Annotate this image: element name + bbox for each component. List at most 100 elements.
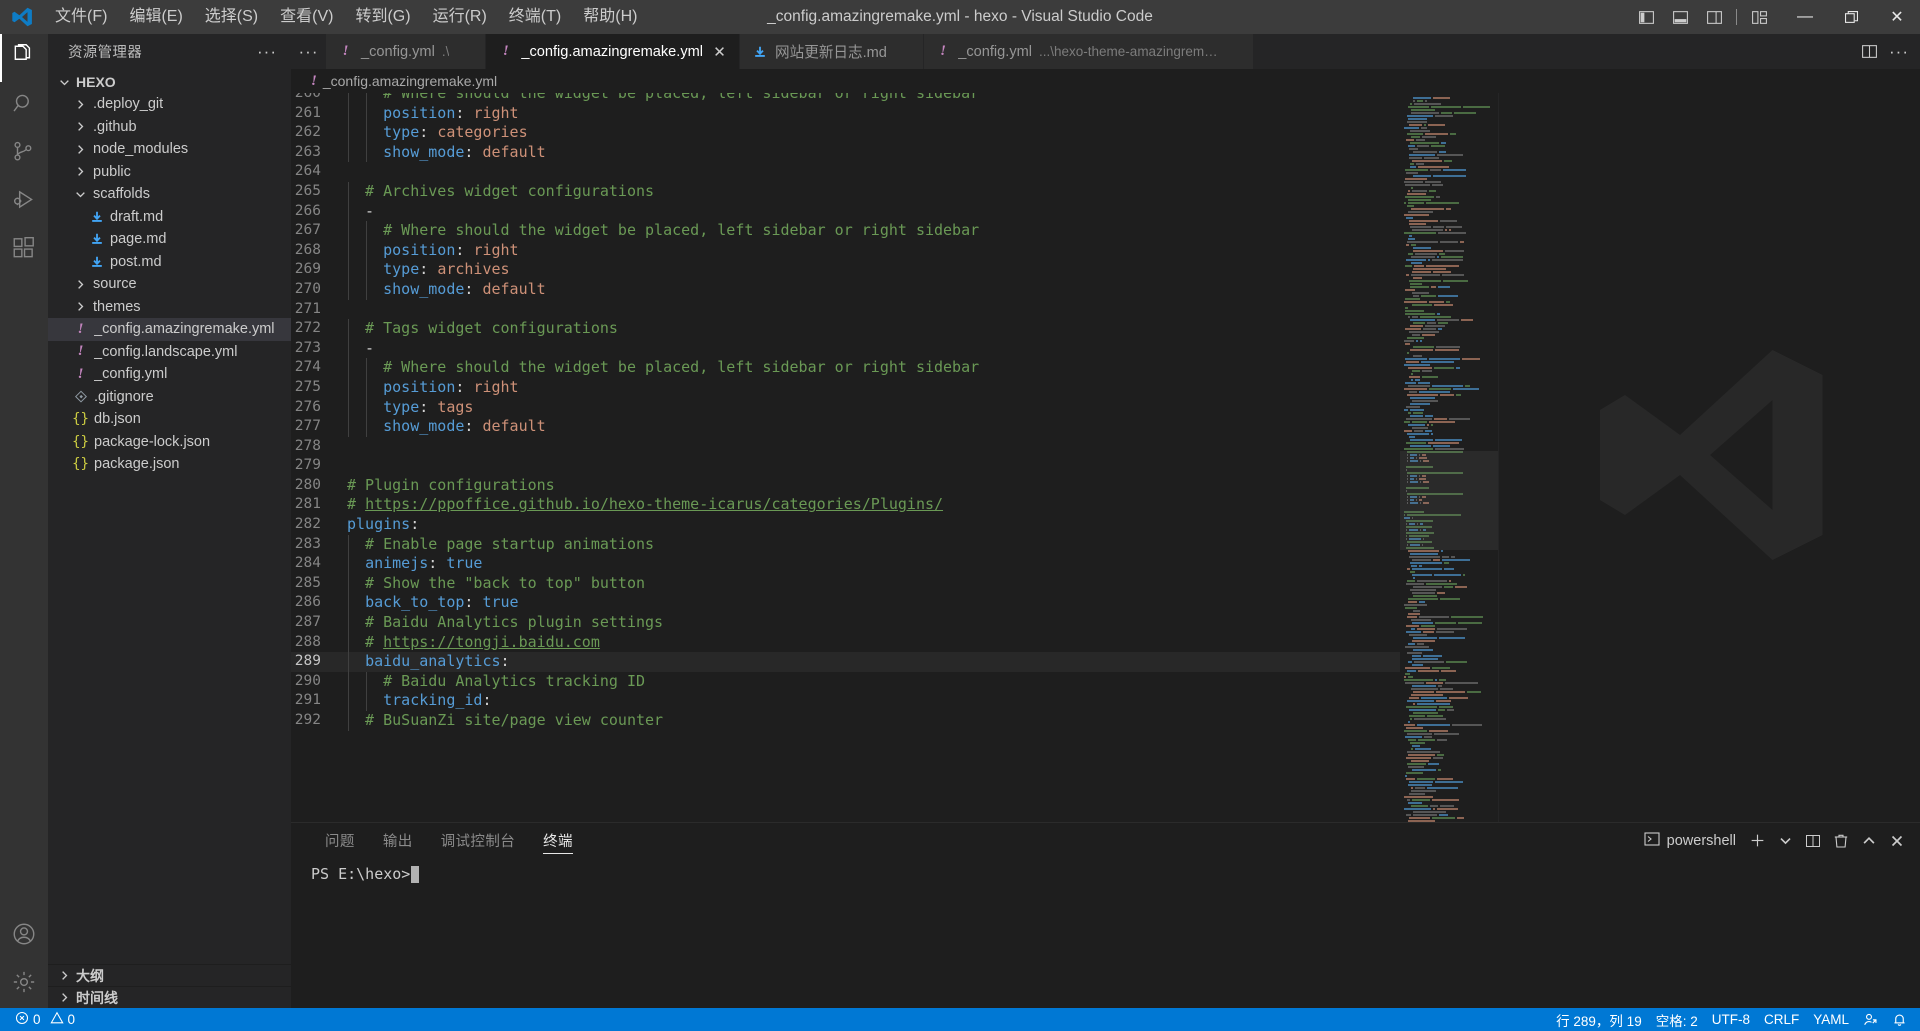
sidebar-section-outline[interactable]: 大纲	[48, 964, 291, 986]
menu-view[interactable]: 查看(V)	[269, 2, 344, 32]
code-line[interactable]: 271	[291, 300, 1400, 320]
code-line[interactable]: 281 # https://ppoffice.github.io/hexo-the…	[291, 495, 1400, 515]
code-editor[interactable]: 260 # Where should the widget be placed,…	[291, 93, 1920, 822]
code-line[interactable]: 286 back_to_top: true	[291, 593, 1400, 614]
menu-run[interactable]: 运行(R)	[422, 2, 498, 32]
code-line[interactable]: 285 # Show the "back to top" button	[291, 573, 1400, 594]
tabs-overflow-button[interactable]: ···	[291, 34, 326, 69]
token-lnk[interactable]: https://tongji.baidu.com	[383, 633, 600, 651]
menu-terminal[interactable]: 终端(T)	[498, 2, 572, 32]
menu-file[interactable]: 文件(F)	[44, 2, 118, 32]
sidebar-more-actions-button[interactable]: ···	[251, 42, 283, 62]
tree-item-config-amazingremake-yml[interactable]: ! _config.amazingremake.yml	[48, 318, 291, 341]
code-line[interactable]: 292 # BuSuanZi site/page view counter	[291, 711, 1400, 731]
activity-search[interactable]	[0, 82, 48, 130]
code-line[interactable]: 269 type: archives	[291, 260, 1400, 280]
tree-item-deploy-git[interactable]: .deploy_git	[48, 93, 291, 116]
toggle-secondary-sidebar-icon[interactable]	[1697, 0, 1731, 34]
eol-status[interactable]: CRLF	[1757, 1008, 1806, 1031]
code-line[interactable]: 266 -	[291, 201, 1400, 222]
file-tree[interactable]: HEXO .deploy_git .github node_modules publi…	[48, 69, 291, 964]
tree-item-config-yml[interactable]: ! _config.yml	[48, 363, 291, 386]
code-scroll-region[interactable]: 260 # Where should the widget be placed,…	[291, 93, 1400, 822]
panel-tab-terminal[interactable]: 终端	[529, 823, 587, 858]
tree-item-node-modules[interactable]: node_modules	[48, 138, 291, 161]
activity-source-control[interactable]	[0, 130, 48, 178]
tree-item-github[interactable]: .github	[48, 116, 291, 139]
problems-status[interactable]: 0 0	[8, 1008, 82, 1031]
code-line[interactable]: 289 baidu_analytics:	[291, 652, 1400, 672]
code-line[interactable]: 290 # Baidu Analytics tracking ID	[291, 671, 1400, 692]
code-line[interactable]: 288 # https://tongji.baidu.com	[291, 632, 1400, 653]
menu-selection[interactable]: 选择(S)	[194, 2, 269, 32]
workspace-root-row[interactable]: HEXO	[48, 71, 291, 93]
minimize-button[interactable]: —	[1782, 0, 1828, 34]
code-line[interactable]: 268 position: right	[291, 240, 1400, 261]
indentation-status[interactable]: 空格: 2	[1649, 1008, 1705, 1031]
maximize-panel-button[interactable]	[1856, 826, 1882, 856]
tree-item-package-json[interactable]: {} package.json	[48, 453, 291, 476]
activity-accounts[interactable]	[0, 912, 48, 960]
maximize-button[interactable]	[1828, 0, 1874, 34]
split-editor-icon[interactable]	[1854, 34, 1884, 69]
code-line[interactable]: 275 position: right	[291, 377, 1400, 398]
code-line[interactable]: 280 # Plugin configurations	[291, 476, 1400, 496]
notifications-bell-icon[interactable]	[1885, 1008, 1914, 1031]
tree-item-themes[interactable]: themes	[48, 296, 291, 319]
code-line[interactable]: 260 # Where should the widget be placed,…	[291, 93, 1400, 104]
code-line[interactable]: 265 # Archives widget configurations	[291, 181, 1400, 202]
code-line[interactable]: 270 show_mode: default	[291, 279, 1400, 300]
code-line[interactable]: 276 type: tags	[291, 397, 1400, 418]
activity-run-debug[interactable]	[0, 178, 48, 226]
token-lnk[interactable]: https://ppoffice.github.io/hexo-theme-ic…	[365, 495, 943, 513]
code-line[interactable]: 283 # Enable page startup animations	[291, 534, 1400, 555]
tree-item-package-lock-json[interactable]: {} package-lock.json	[48, 431, 291, 454]
breadcrumb[interactable]: ! _config.amazingremake.yml	[291, 69, 1920, 93]
activity-extensions[interactable]	[0, 226, 48, 274]
more-actions-button[interactable]: ···	[1884, 34, 1914, 69]
code-line[interactable]: 282 plugins:	[291, 515, 1400, 535]
toggle-primary-sidebar-icon[interactable]	[1629, 0, 1663, 34]
code-line[interactable]: 261 position: right	[291, 103, 1400, 124]
tab-close-icon[interactable]: ✕	[710, 43, 729, 61]
tree-item-source[interactable]: source	[48, 273, 291, 296]
code-line[interactable]: 291 tracking_id:	[291, 691, 1400, 711]
remote-indicator[interactable]	[1856, 1008, 1885, 1031]
code-line[interactable]: 267 # Where should the widget be placed,…	[291, 221, 1400, 241]
menu-help[interactable]: 帮助(H)	[572, 2, 648, 32]
code-line[interactable]: 284 animejs: true	[291, 554, 1400, 574]
language-mode-status[interactable]: YAML	[1806, 1008, 1856, 1031]
minimap-slider[interactable]	[1400, 451, 1498, 550]
panel-tab-problems[interactable]: 问题	[311, 823, 369, 858]
tree-item-config-landscape-yml[interactable]: ! _config.landscape.yml	[48, 341, 291, 364]
tree-item-post-md[interactable]: post.md	[48, 251, 291, 274]
activity-settings[interactable]	[0, 960, 48, 1008]
code-line[interactable]: 273 -	[291, 338, 1400, 359]
customize-layout-icon[interactable]	[1742, 0, 1776, 34]
terminal-body[interactable]: PS E:\hexo>	[291, 858, 1920, 1008]
menu-go[interactable]: 转到(G)	[344, 2, 421, 32]
code-line[interactable]: 263 show_mode: default	[291, 142, 1400, 163]
terminal-selector[interactable]: powershell	[1638, 831, 1742, 851]
terminal-profile-dropdown[interactable]	[1772, 826, 1798, 856]
panel-tab-output[interactable]: 输出	[369, 823, 427, 858]
editor-tab-2[interactable]: 网站更新日志.md	[740, 34, 924, 69]
tree-item-db-json[interactable]: {} db.json	[48, 408, 291, 431]
line-column-status[interactable]: 行 289，列 19	[1549, 1008, 1649, 1031]
menu-edit[interactable]: 编辑(E)	[118, 2, 193, 32]
toggle-panel-icon[interactable]	[1663, 0, 1697, 34]
encoding-status[interactable]: UTF-8	[1705, 1008, 1757, 1031]
new-terminal-button[interactable]	[1744, 826, 1770, 856]
split-terminal-button[interactable]	[1800, 826, 1826, 856]
code-line[interactable]: 264	[291, 162, 1400, 182]
code-line[interactable]: 274 # Where should the widget be placed,…	[291, 358, 1400, 378]
code-line[interactable]: 287 # Baidu Analytics plugin settings	[291, 613, 1400, 633]
close-button[interactable]: ✕	[1874, 0, 1920, 34]
code-line[interactable]: 279	[291, 456, 1400, 476]
editor-tab-3[interactable]: ! _config.yml ...\hexo-theme-amazingremake	[923, 34, 1254, 69]
code-line[interactable]: 272 # Tags widget configurations	[291, 319, 1400, 339]
editor-tab-0[interactable]: ! _config.yml .\	[326, 34, 487, 69]
editor-tab-1[interactable]: ! _config.amazingremake.yml ✕	[486, 34, 741, 69]
panel-tab-debug-console[interactable]: 调试控制台	[427, 823, 530, 858]
activity-explorer[interactable]	[0, 34, 48, 82]
